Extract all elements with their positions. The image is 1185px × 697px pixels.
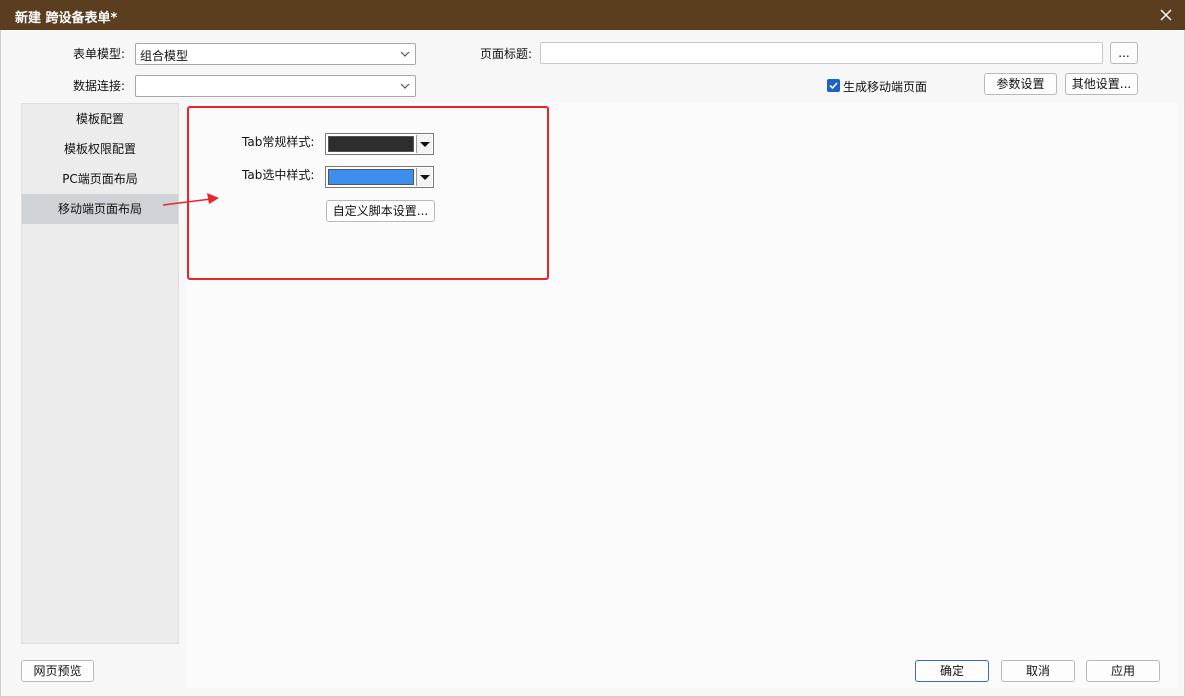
page-title-browse-button[interactable]: ...: [1110, 42, 1138, 64]
cancel-button[interactable]: 取消: [1001, 660, 1075, 682]
chevron-down-icon: [399, 48, 411, 60]
sidebar-item-mobile-layout[interactable]: 移动端页面布局: [22, 194, 178, 224]
params-settings-button[interactable]: 参数设置: [984, 73, 1057, 95]
sidebar-item-template-config[interactable]: 模板配置: [22, 104, 178, 134]
chevron-down-icon: [399, 80, 411, 92]
close-icon[interactable]: [1155, 4, 1177, 26]
form-model-label: 表单模型:: [73, 47, 126, 61]
sidebar-item-template-permission[interactable]: 模板权限配置: [22, 134, 178, 164]
dropdown-triangle-icon[interactable]: [416, 135, 432, 153]
settings-sidebar: 模板配置 模板权限配置 PC端页面布局 移动端页面布局: [21, 103, 179, 644]
tab-selected-color-picker[interactable]: [325, 166, 434, 188]
tab-normal-color-swatch: [328, 136, 414, 152]
page-title-label: 页面标题:: [480, 47, 533, 61]
tab-selected-style-label: Tab选中样式:: [242, 168, 315, 182]
sidebar-item-pc-layout[interactable]: PC端页面布局: [22, 164, 178, 194]
form-model-select[interactable]: 组合模型: [135, 43, 416, 65]
ok-button[interactable]: 确定: [915, 660, 989, 682]
window-title: 新建 跨设备表单*: [15, 11, 118, 26]
title-bar: 新建 跨设备表单*: [0, 0, 1185, 30]
other-settings-button[interactable]: 其他设置...: [1065, 73, 1138, 95]
dialog-body: 表单模型: 组合模型 页面标题: ... 数据连接: 生成移动端页面 参数设置 …: [0, 30, 1185, 697]
tab-normal-color-picker[interactable]: [325, 133, 434, 155]
tab-normal-style-label: Tab常规样式:: [242, 135, 315, 149]
dropdown-triangle-icon[interactable]: [416, 168, 432, 186]
data-connection-label: 数据连接:: [73, 79, 126, 93]
form-model-value: 组合模型: [140, 49, 189, 63]
data-connection-select[interactable]: [135, 75, 416, 97]
page-title-input[interactable]: [540, 42, 1103, 64]
mobile-page-checkbox-label[interactable]: 生成移动端页面: [843, 78, 927, 95]
mobile-page-checkbox[interactable]: [827, 79, 840, 92]
tab-selected-color-swatch: [328, 169, 414, 185]
custom-script-button[interactable]: 自定义脚本设置...: [326, 200, 435, 222]
apply-button[interactable]: 应用: [1086, 660, 1160, 682]
web-preview-button[interactable]: 网页预览: [21, 660, 94, 682]
